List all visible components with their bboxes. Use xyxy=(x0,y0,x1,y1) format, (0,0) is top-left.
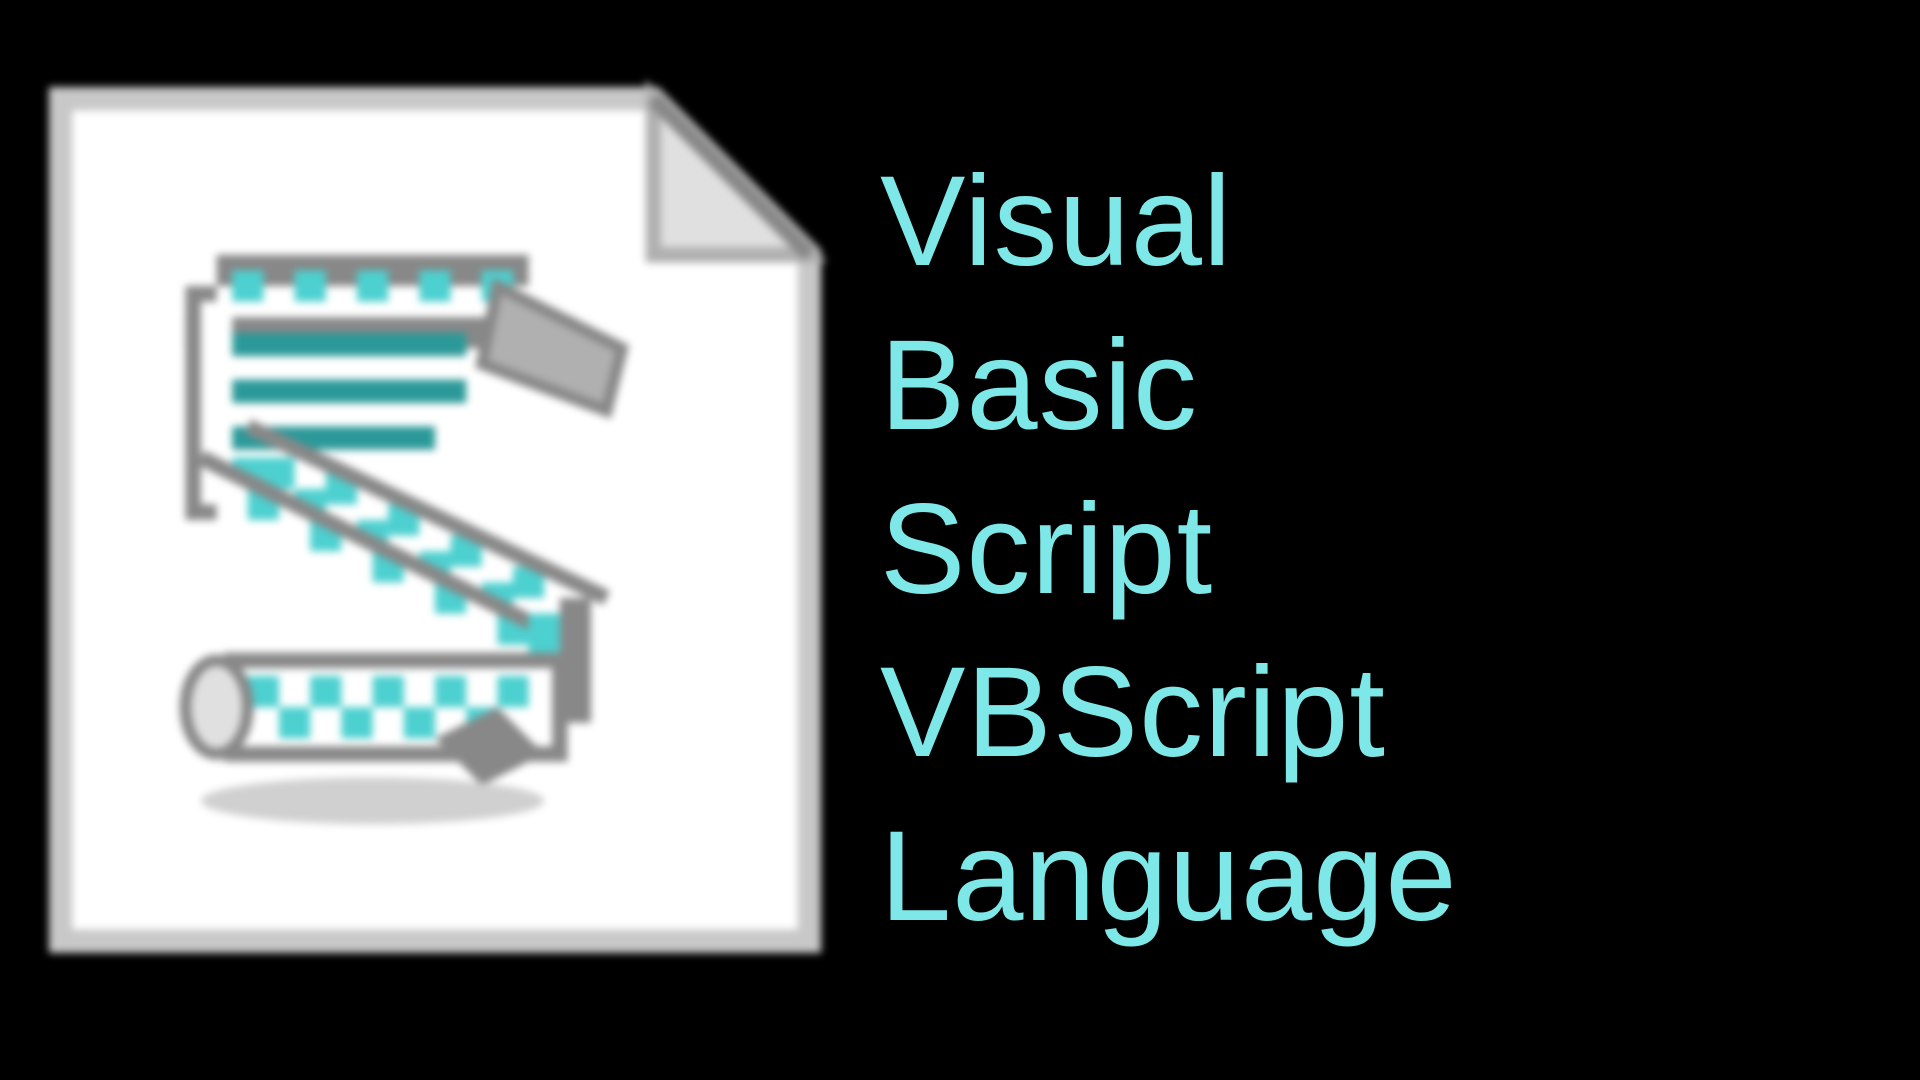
title-line-1: Visual xyxy=(880,140,1458,304)
title-line-3: Script xyxy=(880,468,1458,632)
vbscript-file-icon xyxy=(45,80,825,960)
title-line-2: Basic xyxy=(880,304,1458,468)
title-text-block: Visual Basic Script VBScript Language xyxy=(880,140,1458,959)
title-line-4: VBScript xyxy=(880,631,1458,795)
title-line-5: Language xyxy=(880,795,1458,959)
